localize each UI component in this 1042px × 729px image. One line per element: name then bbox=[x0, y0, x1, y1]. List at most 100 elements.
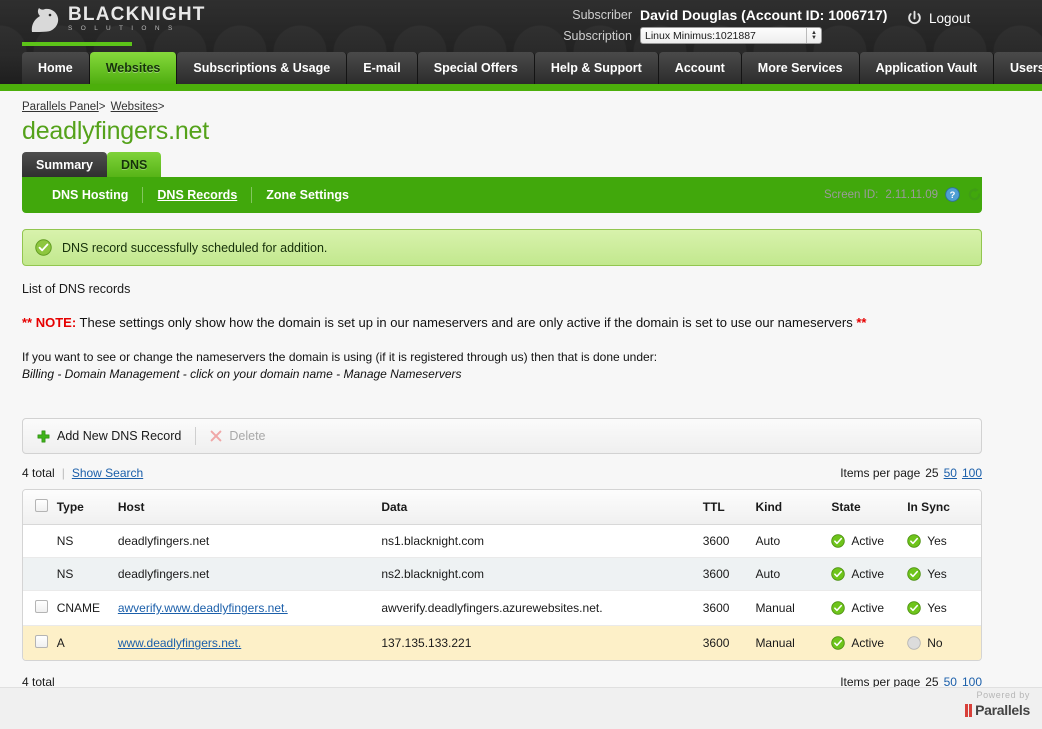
brand-name: BLACKNIGHT bbox=[68, 4, 206, 26]
subscription-label: Subscription bbox=[563, 28, 632, 43]
page-root: BLACKNIGHT S O L U T I O N S Subscriber … bbox=[0, 0, 1042, 729]
brand-logo[interactable]: BLACKNIGHT S O L U T I O N S bbox=[26, 5, 206, 33]
row-state: Active bbox=[831, 524, 908, 558]
row-ttl: 3600 bbox=[702, 557, 756, 591]
green-check-icon bbox=[907, 567, 921, 581]
nav-tab-account[interactable]: Account bbox=[658, 52, 742, 84]
header-ttl[interactable]: TTL bbox=[702, 490, 756, 525]
row-checkbox[interactable] bbox=[35, 600, 48, 613]
row-checkbox[interactable] bbox=[35, 635, 48, 648]
page-title: deadlyfingers.net bbox=[22, 117, 210, 145]
table-row: NS deadlyfingers.net ns1.blacknight.com … bbox=[23, 524, 981, 558]
add-new-dns-record-button[interactable]: Add New DNS Record bbox=[37, 429, 195, 443]
header-host[interactable]: Host bbox=[117, 490, 382, 525]
items-per-page-50[interactable]: 50 bbox=[944, 466, 957, 480]
green-check-icon bbox=[831, 534, 846, 548]
row-state-label: Active bbox=[851, 636, 884, 650]
nav-tab-more-services[interactable]: More Services bbox=[741, 52, 860, 84]
row-sync-label: No bbox=[927, 636, 943, 650]
header-in-sync[interactable]: In Sync bbox=[907, 490, 981, 525]
row-host-link[interactable]: www.deadlyfingers.net. bbox=[118, 636, 241, 650]
select-all-checkbox[interactable] bbox=[35, 499, 48, 512]
row-kind: Auto bbox=[755, 524, 832, 558]
row-host-link[interactable]: awverify.www.deadlyfingers.net. bbox=[118, 601, 288, 615]
show-search-link[interactable]: Show Search bbox=[72, 466, 143, 480]
delete-button[interactable]: Delete bbox=[196, 429, 279, 443]
gray-circle-icon bbox=[907, 636, 921, 650]
logout-button[interactable]: Logout bbox=[906, 10, 970, 27]
breadcrumb-separator-2: > bbox=[157, 101, 165, 113]
subnav-item-dns-hosting[interactable]: DNS Hosting bbox=[38, 188, 142, 202]
parallels-name: Parallels bbox=[975, 702, 1030, 718]
header-kind[interactable]: Kind bbox=[755, 490, 832, 525]
nav-tab-subscriptions-usage[interactable]: Subscriptions & Usage bbox=[177, 52, 348, 84]
row-host: deadlyfingers.net bbox=[117, 524, 382, 558]
row-type: A bbox=[56, 625, 118, 660]
subtab-dns[interactable]: DNS bbox=[106, 152, 162, 177]
subscription-select[interactable]: Linux Minimus:1021887 ▲ ▼ bbox=[640, 27, 822, 44]
svg-text:?: ? bbox=[950, 190, 956, 200]
items-per-page-top: Items per page 25 50 100 bbox=[840, 466, 982, 480]
breadcrumb-item-parallels-panel[interactable]: Parallels Panel bbox=[22, 101, 99, 113]
row-state-label: Active bbox=[851, 567, 884, 581]
green-check-icon bbox=[831, 567, 846, 581]
row-state: Active bbox=[831, 590, 908, 626]
page-subtabs: Summary DNS bbox=[0, 152, 1042, 177]
row-state-label: Active bbox=[851, 534, 884, 548]
items-per-page-100[interactable]: 100 bbox=[962, 466, 982, 480]
list-info-separator: | bbox=[61, 466, 65, 480]
refresh-icon[interactable] bbox=[967, 187, 982, 202]
row-state: Active bbox=[831, 557, 908, 591]
row-state-label: Active bbox=[851, 601, 884, 615]
nav-tab-special-offers[interactable]: Special Offers bbox=[417, 52, 535, 84]
table-body: NS deadlyfingers.net ns1.blacknight.com … bbox=[23, 524, 981, 660]
row-checkbox-cell bbox=[23, 557, 57, 591]
success-banner-message: DNS record successfully scheduled for ad… bbox=[62, 240, 328, 255]
row-sync-label: Yes bbox=[927, 534, 947, 548]
note-block: ** NOTE: These settings only show how th… bbox=[22, 314, 1042, 383]
nav-tab-help-support[interactable]: Help & Support bbox=[534, 52, 659, 84]
row-host: awverify.www.deadlyfingers.net. bbox=[117, 590, 382, 626]
row-ttl: 3600 bbox=[702, 590, 756, 626]
subnav-item-zone-settings[interactable]: Zone Settings bbox=[252, 188, 363, 202]
subnav-item-dns-records[interactable]: DNS Records bbox=[143, 188, 251, 202]
screen-id-area: Screen ID: 2.11.11.09 ? bbox=[824, 187, 982, 202]
row-checkbox-cell bbox=[23, 590, 57, 626]
note-suffix: ** bbox=[856, 315, 867, 330]
nav-tab-email[interactable]: E-mail bbox=[347, 52, 418, 84]
header-type[interactable]: Type bbox=[56, 490, 118, 525]
note-prefix: ** NOTE: bbox=[22, 315, 77, 330]
help-icon[interactable]: ? bbox=[945, 187, 960, 202]
green-check-icon bbox=[907, 601, 921, 615]
breadcrumb-separator: > bbox=[98, 101, 106, 113]
subtab-summary[interactable]: Summary bbox=[22, 152, 107, 177]
header-state[interactable]: State bbox=[831, 490, 908, 525]
subscription-selected-value: Linux Minimus:1021887 bbox=[645, 29, 756, 42]
power-icon bbox=[908, 10, 921, 25]
list-total-group: 4 total | Show Search bbox=[22, 466, 143, 480]
top-header-bar: BLACKNIGHT S O L U T I O N S Subscriber … bbox=[0, 0, 1042, 52]
row-host: deadlyfingers.net bbox=[117, 557, 382, 591]
green-check-icon bbox=[831, 636, 846, 650]
header-select-all bbox=[23, 490, 57, 525]
nav-tab-application-vault[interactable]: Application Vault bbox=[859, 52, 994, 84]
screen-id-value: 2.11.11.09 bbox=[885, 188, 938, 201]
row-data: ns1.blacknight.com bbox=[381, 524, 703, 558]
note-line-1: ** NOTE: These settings only show how th… bbox=[22, 314, 1042, 332]
nav-tab-websites[interactable]: Websites bbox=[89, 52, 178, 84]
table-row: CNAME awverify.www.deadlyfingers.net. aw… bbox=[23, 590, 981, 626]
note-body: These settings only show how the domain … bbox=[76, 315, 857, 330]
add-new-dns-record-label: Add New DNS Record bbox=[57, 429, 182, 443]
nav-tab-home[interactable]: Home bbox=[22, 52, 90, 84]
list-caption: List of DNS records bbox=[22, 282, 131, 296]
note-line-2: If you want to see or change the nameser… bbox=[22, 350, 658, 364]
subscriber-info: Subscriber David Douglas (Account ID: 10… bbox=[540, 4, 890, 46]
row-checkbox-cell bbox=[23, 524, 57, 558]
breadcrumb-item-websites[interactable]: Websites bbox=[111, 101, 158, 113]
nav-tab-users[interactable]: Users bbox=[993, 52, 1042, 84]
subscriber-row: Subscriber David Douglas (Account ID: 10… bbox=[540, 4, 890, 25]
row-sync: Yes bbox=[907, 557, 981, 591]
subscription-row: Subscription Linux Minimus:1021887 ▲ ▼ bbox=[540, 25, 890, 46]
chevron-updown-icon: ▲ ▼ bbox=[806, 28, 817, 43]
header-data[interactable]: Data bbox=[381, 490, 703, 525]
